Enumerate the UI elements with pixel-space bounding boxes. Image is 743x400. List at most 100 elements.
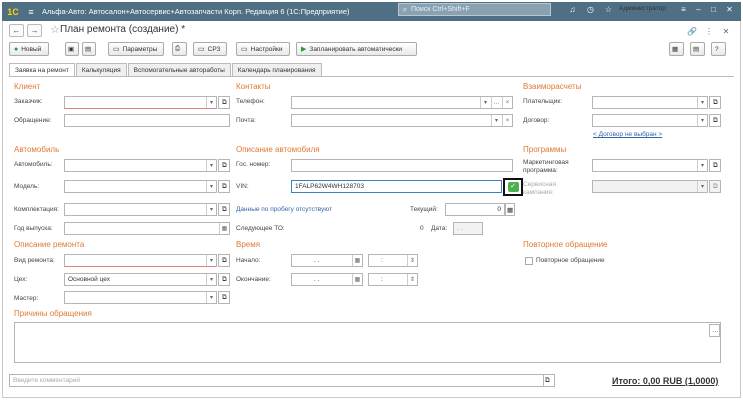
print-icon[interactable]: ⎙ <box>172 42 187 56</box>
config-field[interactable]: ▾ <box>64 203 217 216</box>
star-icon[interactable]: ☆ <box>602 3 615 16</box>
open-icon[interactable]: ⧉ <box>218 96 230 109</box>
back-button[interactable]: ← <box>9 24 24 37</box>
open-icon[interactable]: ⧉ <box>218 203 230 216</box>
clear-icon[interactable]: × <box>502 97 512 108</box>
vin-check-button[interactable]: ✓ <box>503 178 523 196</box>
end-date-mask: . . <box>314 276 320 283</box>
link-icon[interactable]: 🔗 <box>685 25 699 38</box>
tab-aux-works[interactable]: Вспомогательные автоработы <box>127 63 231 76</box>
more-icon[interactable]: ⋮ <box>702 25 716 38</box>
dropdown-icon[interactable]: ▾ <box>206 255 216 266</box>
clear-icon[interactable]: × <box>502 115 512 126</box>
comment-field[interactable]: Введите комментарий <box>9 374 555 387</box>
model-field[interactable]: ▾ <box>64 180 217 193</box>
table-icon[interactable]: ▤ <box>690 42 705 56</box>
tab-request[interactable]: Заявка на ремонт <box>9 63 75 77</box>
dropdown-icon[interactable]: ▾ <box>206 274 216 285</box>
select-icon[interactable]: … <box>491 97 501 108</box>
current-field[interactable]: 0 <box>445 203 505 216</box>
open-icon[interactable]: ⧉ <box>709 114 721 127</box>
repeat-checkbox[interactable] <box>525 257 533 265</box>
vin-field[interactable]: 1FALP62W4WH128703 <box>291 180 502 193</box>
maximize-icon[interactable]: □ <box>707 3 720 16</box>
end-date-field[interactable]: . . ▦ <box>291 273 363 286</box>
window-menu-icon[interactable]: ≡ <box>677 3 690 16</box>
car-field[interactable]: ▾ <box>64 159 217 172</box>
total-amount[interactable]: Итого: 0,00 RUB (1,0000) <box>612 376 718 386</box>
form-title: План ремонта (создание) * <box>60 24 186 35</box>
params-button[interactable]: ▭ Параметры <box>108 42 164 56</box>
tab-calculation[interactable]: Калькуляция <box>75 63 127 76</box>
open-icon[interactable]: ⧉ <box>218 180 230 193</box>
dropdown-icon[interactable]: ▾ <box>697 115 707 126</box>
spin-icon[interactable]: ⇕ <box>407 255 417 266</box>
open-icon[interactable]: ⧉ <box>709 159 721 172</box>
schedule-button[interactable]: ▶ Запланировать автоматически <box>296 42 417 56</box>
start-time-field[interactable]: : ⇕ <box>368 254 418 267</box>
calendar-icon[interactable]: ▦ <box>352 255 362 266</box>
plate-field[interactable] <box>291 159 513 172</box>
report-icon[interactable]: ▦ <box>669 42 684 56</box>
end-time-field[interactable]: : ⇕ <box>368 273 418 286</box>
settings-button[interactable]: ▭ Настройки <box>236 42 290 56</box>
dropdown-icon[interactable]: ▾ <box>206 292 216 303</box>
calendar-icon[interactable]: ▦ <box>352 274 362 285</box>
history-icon[interactable]: ◷ <box>584 3 597 16</box>
dropdown-icon[interactable]: ▾ <box>206 160 216 171</box>
dropdown-icon[interactable]: ▾ <box>206 181 216 192</box>
reasons-field[interactable] <box>14 322 721 363</box>
open-icon[interactable]: ⧉ <box>218 291 230 304</box>
dropdown-icon[interactable]: ▾ <box>206 97 216 108</box>
contract-field[interactable]: ▾ <box>592 114 708 127</box>
open-icon[interactable]: ⧉ <box>218 159 230 172</box>
menu-icon[interactable]: ≡ <box>24 2 38 21</box>
date-value: . . <box>457 225 463 232</box>
dropdown-icon[interactable]: ▾ <box>697 97 707 108</box>
mileage-link[interactable]: Данные по пробегу отсутствуют <box>236 206 332 213</box>
dropdown-icon[interactable]: ▾ <box>697 160 707 171</box>
srz-button[interactable]: ▭ СРЗ <box>193 42 227 56</box>
favorite-star-icon[interactable]: ☆ <box>50 23 60 36</box>
reasons-select-icon[interactable]: … <box>709 324 720 337</box>
open-icon[interactable]: ⧉ <box>218 254 230 267</box>
minimize-icon[interactable]: – <box>692 3 705 16</box>
repair-type-label: Вид ремонта: <box>14 257 55 264</box>
comment-open-icon[interactable]: ⧉ <box>543 374 555 387</box>
payer-field[interactable]: ▾ <box>592 96 708 109</box>
form-close-icon[interactable]: ✕ <box>719 25 733 38</box>
tab-divider <box>9 76 734 77</box>
post-icon[interactable]: ▤ <box>82 42 96 56</box>
master-field[interactable]: ▾ <box>64 291 217 304</box>
dropdown-icon[interactable]: ▾ <box>206 204 216 215</box>
mail-field[interactable]: ▾ × <box>291 114 513 127</box>
repair-type-field[interactable]: ▾ <box>64 254 217 267</box>
contract-link[interactable]: < Договор не выбран > <box>593 131 662 138</box>
save-icon[interactable]: ▣ <box>65 42 79 56</box>
year-field[interactable]: ▦ <box>64 222 230 235</box>
address-field[interactable] <box>64 114 230 127</box>
help-button[interactable]: ? <box>711 42 726 56</box>
start-date-field[interactable]: . . ▦ <box>291 254 363 267</box>
close-icon[interactable]: ✕ <box>723 3 736 16</box>
open-icon[interactable]: ⧉ <box>709 96 721 109</box>
search-placeholder: Поиск Ctrl+Shift+F <box>411 6 470 13</box>
open-icon[interactable]: ⧉ <box>218 273 230 286</box>
calendar-icon[interactable]: ▦ <box>219 223 229 234</box>
new-button[interactable]: ● Новый <box>9 42 49 56</box>
customer-field[interactable]: ▾ <box>64 96 217 109</box>
phone-field[interactable]: ▾… × <box>291 96 513 109</box>
bell-icon[interactable]: ♫ <box>566 3 579 16</box>
date-label: Дата: <box>431 225 448 232</box>
calc-icon[interactable]: ▦ <box>505 203 515 216</box>
dropdown-icon[interactable]: ▾ <box>480 97 490 108</box>
dropdown-icon[interactable]: ▾ <box>491 115 501 126</box>
marketing-field[interactable]: ▾ <box>592 159 708 172</box>
next-to-label: Следующее ТО: <box>236 225 285 232</box>
spin-icon[interactable]: ⇕ <box>407 274 417 285</box>
forward-button[interactable]: → <box>27 24 42 37</box>
shop-field[interactable]: Основной цех ▾ <box>64 273 217 286</box>
tab-calendar[interactable]: Календарь планирования <box>231 63 322 76</box>
search-box[interactable]: ⌕ Поиск Ctrl+Shift+F <box>398 3 551 16</box>
user-name[interactable]: Администратор <box>619 5 666 12</box>
